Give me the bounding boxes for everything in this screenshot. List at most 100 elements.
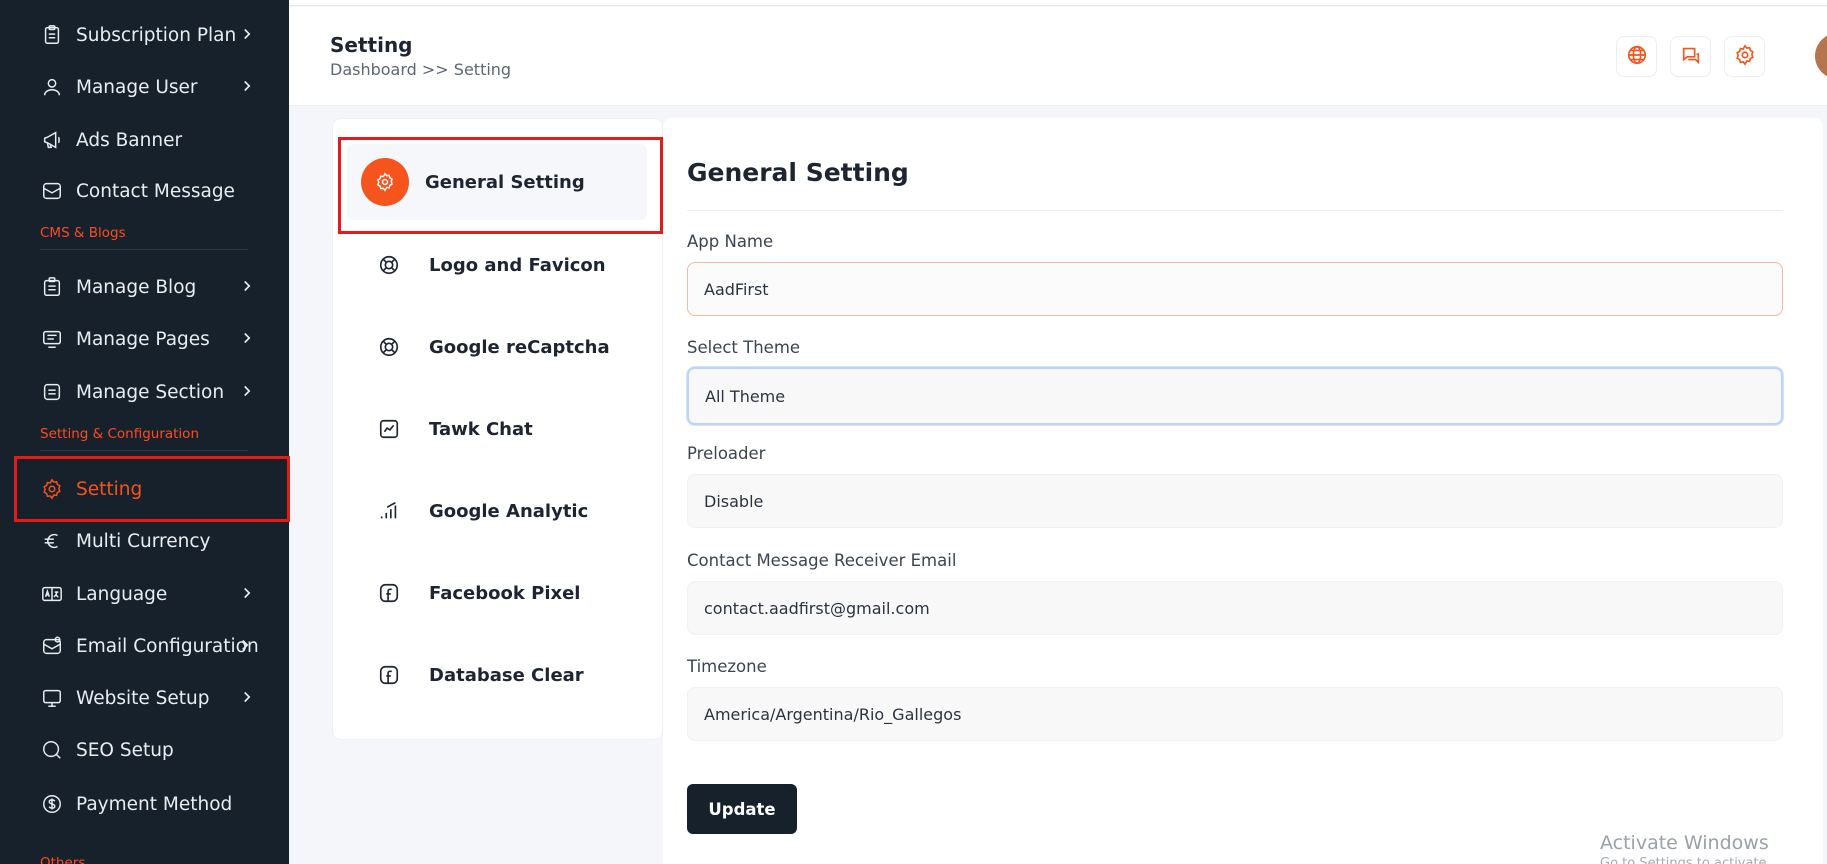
sidebar-item-seo-setup[interactable]: SEO Setup (0, 727, 289, 773)
settings-menu-tawk-chat[interactable]: Tawk Chat (343, 394, 644, 464)
sidebar-item-website-setup[interactable]: Website Setup (0, 675, 289, 721)
user-icon (40, 75, 64, 99)
settings-menu-label: Facebook Pixel (429, 582, 581, 604)
theme-select[interactable]: All Theme (687, 367, 1783, 425)
sidebar-item-language[interactable]: Language (0, 571, 289, 617)
app-name-input[interactable]: AadFirst (687, 262, 1783, 316)
gear-icon (40, 477, 64, 501)
update-button[interactable]: Update (687, 784, 797, 834)
chevron-right-icon (238, 382, 258, 402)
settings-menu-label: Logo and Favicon (429, 254, 606, 276)
sidebar-item-contact-message[interactable]: Contact Message (0, 168, 289, 214)
sidebar-item-multi-currency[interactable]: Multi Currency (0, 518, 289, 564)
sidebar-item-label: Manage Blog (76, 276, 197, 298)
windows-activation-subtext: Go to Settings to activate Windows. (1600, 856, 1767, 864)
sidebar-item-manage-pages[interactable]: Manage Pages (0, 316, 289, 362)
avatar[interactable] (1815, 33, 1827, 79)
settings-menu-database-clear[interactable]: Database Clear (343, 640, 644, 710)
facebook-icon (377, 581, 401, 605)
settings-menu-logo-favicon[interactable]: Logo and Favicon (343, 230, 644, 300)
sidebar-item-label: Website Setup (76, 687, 210, 709)
chevron-right-icon (238, 77, 258, 97)
header: Setting Dashboard >> Setting (289, 7, 1827, 106)
preloader-select[interactable]: Disable (687, 474, 1783, 528)
sidebar-item-label: SEO Setup (76, 739, 174, 761)
form-title: General Setting (687, 158, 909, 187)
dollar-icon (40, 792, 64, 816)
chevron-right-icon (238, 329, 258, 349)
page-title: Setting (330, 33, 413, 57)
email-input[interactable]: contact.aadfirst@gmail.com (687, 581, 1783, 635)
sidebar: Subscription Plan Manage User Ads Banner… (0, 0, 290, 864)
clipboard-icon (40, 23, 64, 47)
sidebar-item-payment-method[interactable]: Payment Method (0, 781, 289, 827)
timezone-select[interactable]: America/Argentina/Rio_Gallegos (687, 687, 1783, 741)
breadcrumb[interactable]: Dashboard >> Setting (330, 60, 511, 79)
windows-activation-watermark: Activate Windows (1600, 832, 1769, 854)
settings-menu-facebook-pixel[interactable]: Facebook Pixel (343, 558, 644, 628)
sidebar-item-setting[interactable]: Setting (14, 456, 290, 522)
general-setting-form: General Setting App Name AadFirst Select… (663, 118, 1823, 864)
annotation-highlight-box (338, 137, 663, 234)
settings-button[interactable] (1724, 36, 1765, 77)
sidebar-divider (40, 249, 248, 250)
sidebar-item-manage-blog[interactable]: Manage Blog (0, 264, 289, 310)
chevron-right-icon (238, 277, 258, 297)
settings-menu-google-analytic[interactable]: Google Analytic (343, 476, 644, 546)
settings-menu-label: Google Analytic (429, 500, 589, 522)
section-icon (40, 380, 64, 404)
preloader-label: Preloader (687, 444, 766, 463)
globe-icon (1626, 44, 1648, 70)
theme-label: Select Theme (687, 338, 801, 357)
form-divider (687, 210, 1783, 211)
sidebar-item-label: Multi Currency (76, 530, 211, 552)
chart-line-icon (377, 417, 401, 441)
email-config-icon (40, 634, 64, 658)
chevron-right-icon (238, 584, 258, 604)
chevron-right-icon (238, 688, 258, 708)
gear-icon (1734, 43, 1756, 70)
app-name-label: App Name (687, 232, 774, 251)
monitor-icon (40, 686, 64, 710)
chevron-right-icon (238, 25, 258, 45)
sidebar-item-label: Email Configuration (76, 635, 259, 657)
sidebar-item-label: Contact Message (76, 180, 235, 202)
sidebar-item-manage-section[interactable]: Manage Section (0, 369, 289, 415)
language-icon (40, 582, 64, 606)
sidebar-section-settings: Setting & Configuration (40, 426, 200, 442)
sidebar-item-label: Payment Method (76, 793, 233, 815)
settings-menu-label: Tawk Chat (429, 418, 533, 440)
language-button[interactable] (1616, 36, 1657, 77)
email-label: Contact Message Receiver Email (687, 551, 957, 570)
settings-menu-label: Google reCaptcha (429, 336, 610, 358)
timezone-label: Timezone (687, 657, 767, 676)
messages-button[interactable] (1670, 36, 1711, 77)
sidebar-item-label: Setting (76, 478, 143, 500)
sidebar-item-email-configuration[interactable]: Email Configuration (0, 623, 289, 669)
sidebar-item-label: Manage User (76, 76, 198, 98)
sidebar-divider (40, 450, 248, 451)
blog-icon (40, 275, 64, 299)
lifebuoy-icon (377, 335, 401, 359)
euro-icon (40, 529, 64, 553)
sidebar-item-label: Manage Section (76, 381, 225, 403)
settings-menu-label: Database Clear (429, 664, 584, 686)
sidebar-item-label: Subscription Plan (76, 24, 237, 46)
settings-menu-google-recaptcha[interactable]: Google reCaptcha (343, 312, 644, 382)
sidebar-item-label: Manage Pages (76, 328, 210, 350)
sidebar-section-others: Others (40, 855, 86, 864)
sidebar-item-ads-banner[interactable]: Ads Banner (0, 117, 289, 163)
signal-bars-icon (377, 499, 401, 523)
top-border (289, 0, 1827, 6)
sidebar-item-subscription-plan[interactable]: Subscription Plan (0, 12, 289, 58)
chevron-right-icon (236, 636, 256, 656)
lifebuoy-icon (377, 253, 401, 277)
sidebar-item-label: Language (76, 583, 168, 605)
search-icon (40, 738, 64, 762)
facebook-icon (377, 663, 401, 687)
sidebar-item-manage-user[interactable]: Manage User (0, 64, 289, 110)
chat-icon (1680, 44, 1702, 70)
pages-icon (40, 327, 64, 351)
megaphone-icon (40, 128, 64, 152)
mail-icon (40, 179, 64, 203)
